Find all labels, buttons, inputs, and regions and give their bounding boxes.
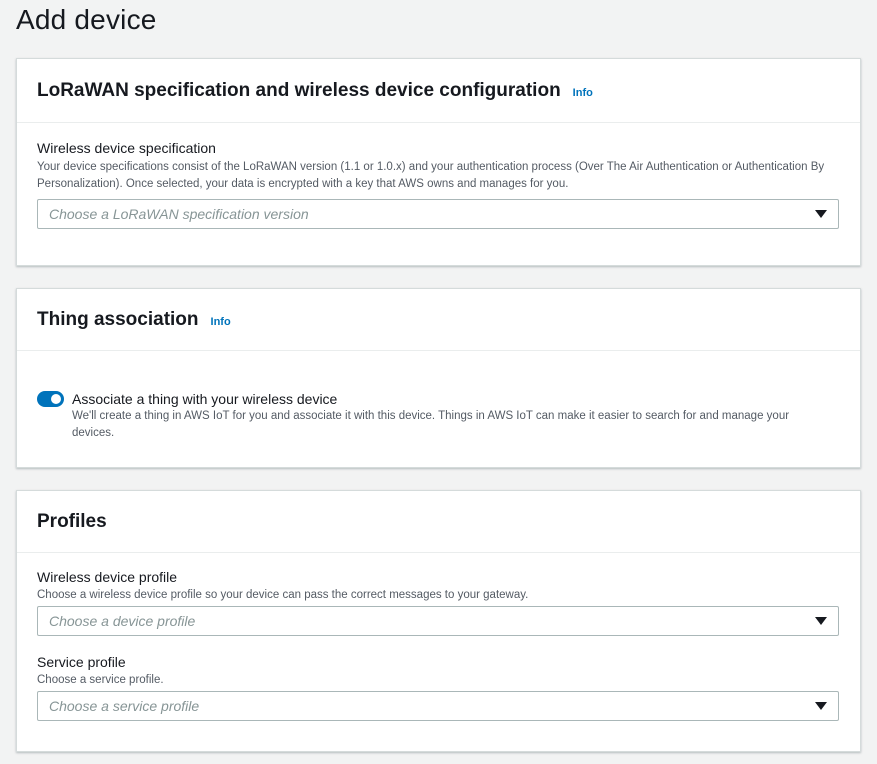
wireless-device-profile-label: Wireless device profile (37, 569, 178, 585)
associate-thing-toggle-row: Associate a thing with your wireless dev… (37, 390, 840, 442)
service-profile-description: Choose a service profile. (37, 674, 164, 686)
profiles-panel-body: Wireless device profile Choose a wireles… (17, 553, 860, 721)
wireless-device-profile-description: Choose a wireless device profile so your… (37, 589, 529, 601)
device-profile-select[interactable]: Choose a device profile (37, 606, 839, 636)
lorawan-panel-body: Wireless device specification Your devic… (17, 123, 860, 229)
thing-association-panel: Thing association Info Associate a thing… (16, 288, 861, 468)
wireless-device-specification-description: Your device specifications consist of th… (37, 161, 825, 190)
profiles-panel-title: Profiles (37, 510, 107, 532)
service-profile-label: Service profile (37, 654, 126, 670)
caret-down-icon (815, 702, 827, 710)
caret-down-icon (815, 210, 827, 218)
associate-thing-text: Associate a thing with your wireless dev… (72, 390, 807, 442)
lorawan-panel-title: LoRaWAN specification and wireless devic… (37, 79, 561, 101)
toggle-knob (51, 394, 61, 404)
service-profile-select[interactable]: Choose a service profile (37, 691, 839, 721)
associate-thing-description: We'll create a thing in AWS IoT for you … (72, 410, 790, 439)
thing-association-panel-body: Associate a thing with your wireless dev… (17, 351, 860, 442)
profiles-panel: Profiles Wireless device profile Choose … (16, 490, 861, 752)
profiles-panel-header: Profiles (17, 491, 860, 553)
device-profile-placeholder: Choose a device profile (49, 613, 196, 629)
associate-thing-toggle[interactable] (37, 391, 64, 407)
lorawan-panel: LoRaWAN specification and wireless devic… (16, 58, 861, 266)
thing-association-panel-header: Thing association Info (17, 289, 860, 351)
service-profile-placeholder: Choose a service profile (49, 698, 200, 714)
thing-association-info-link[interactable]: Info (211, 316, 231, 328)
associate-thing-label: Associate a thing with your wireless dev… (72, 391, 338, 407)
lorawan-specification-placeholder: Choose a LoRaWAN specification version (49, 206, 309, 222)
caret-down-icon (815, 617, 827, 625)
wireless-device-specification-label: Wireless device specification (37, 140, 216, 156)
page-title: Add device (16, 4, 157, 35)
lorawan-panel-header: LoRaWAN specification and wireless devic… (17, 59, 860, 123)
lorawan-info-link[interactable]: Info (573, 87, 593, 99)
thing-association-panel-title: Thing association (37, 308, 199, 330)
lorawan-specification-select[interactable]: Choose a LoRaWAN specification version (37, 199, 839, 229)
